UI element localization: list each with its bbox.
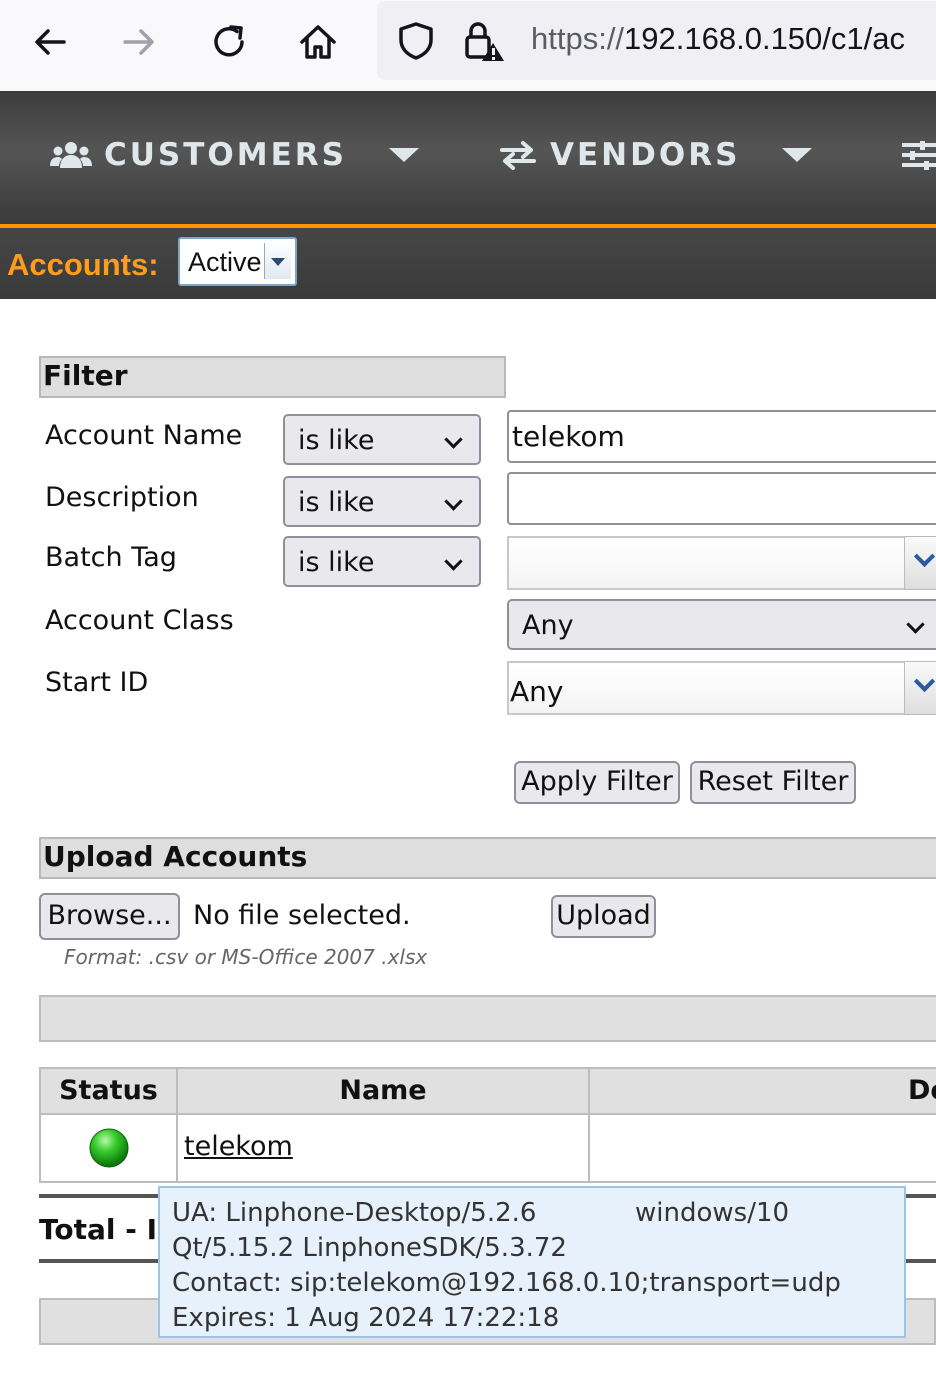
account-name-link[interactable]: telekom — [184, 1131, 293, 1162]
status-online-icon — [88, 1127, 130, 1173]
accounts-bar: Accounts: Active — [0, 228, 936, 299]
home-icon[interactable] — [294, 18, 342, 66]
accounts-status-select[interactable]: Active — [178, 237, 297, 286]
sliders-icon[interactable] — [902, 138, 936, 176]
chevron-down-icon[interactable] — [782, 148, 813, 162]
url-bar[interactable]: https://192.168.0.150/c1/ac — [377, 1, 936, 80]
account-name-value: telekom — [512, 420, 625, 453]
url-host: 192.168.0.150 — [624, 21, 823, 56]
url-scheme: https:// — [531, 21, 625, 56]
account-name-label: Account Name — [45, 420, 243, 451]
batch-tag-operator-select[interactable]: is like — [283, 536, 481, 587]
apply-filter-button[interactable]: Apply Filter — [514, 761, 680, 804]
chevron-down-icon — [444, 492, 463, 511]
table-cell-name: telekom — [176, 1113, 590, 1183]
column-header-description[interactable]: De — [588, 1067, 936, 1115]
accounts-status-value: Active — [188, 247, 262, 277]
tooltip-expires: Expires: 1 Aug 2024 17:22:18 — [172, 1303, 560, 1333]
chevron-down-icon — [913, 670, 936, 693]
chevron-down-icon — [444, 430, 463, 449]
tooltip-qt: Qt/5.15.2 LinphoneSDK/5.3.72 — [172, 1233, 567, 1263]
url-path: /c1/ac — [822, 21, 906, 56]
browse-button[interactable]: Browse... — [39, 893, 180, 940]
pager-bar — [39, 995, 936, 1042]
chevron-down-icon — [913, 545, 936, 568]
main-navigation: CUSTOMERS VENDORS — [0, 91, 936, 228]
users-icon — [50, 140, 92, 170]
column-header-name[interactable]: Name — [176, 1067, 590, 1115]
upload-section-title: Upload Accounts — [39, 837, 936, 879]
description-input[interactable] — [507, 472, 936, 525]
description-operator-select[interactable]: is like — [283, 476, 481, 527]
batch-tag-operator-value: is like — [298, 547, 375, 578]
account-class-select[interactable]: Any — [507, 599, 936, 650]
batch-tag-dropdown-button[interactable] — [904, 536, 936, 590]
table-cell-description — [588, 1113, 936, 1183]
chevron-down-icon — [444, 552, 463, 571]
batch-tag-combobox[interactable] — [507, 536, 936, 590]
accounts-label: Accounts: — [7, 247, 159, 282]
start-id-label: Start ID — [45, 667, 149, 698]
description-operator-value: is like — [298, 487, 375, 518]
nav-customers-label: CUSTOMERS — [104, 137, 347, 173]
tooltip-contact: Contact: sip:telekom@192.168.0.10;transp… — [172, 1268, 841, 1298]
registration-tooltip: UA: Linphone-Desktop/5.2.6 windows/10 Qt… — [158, 1186, 906, 1338]
table-row — [39, 1113, 178, 1183]
chevron-down-icon — [906, 615, 925, 634]
description-label: Description — [45, 482, 199, 513]
browser-toolbar: https://192.168.0.150/c1/ac — [0, 0, 936, 91]
start-id-value: Any — [510, 675, 564, 708]
swap-arrows-icon — [500, 140, 536, 170]
nav-vendors-label: VENDORS — [550, 137, 741, 173]
back-arrow-icon[interactable] — [26, 18, 74, 66]
shield-icon[interactable] — [397, 21, 435, 65]
filter-section-title: Filter — [39, 356, 506, 398]
start-id-combobox[interactable]: Any — [507, 661, 936, 715]
reset-filter-button[interactable]: Reset Filter — [690, 761, 856, 804]
account-class-value: Any — [522, 610, 574, 641]
account-name-operator-value: is like — [298, 425, 375, 456]
tooltip-os: windows/10 — [635, 1198, 790, 1228]
chevron-down-icon[interactable] — [388, 148, 419, 162]
file-status-text: No file selected. — [193, 900, 411, 931]
format-hint: Format: .csv or MS-Office 2007 .xlsx — [64, 945, 428, 969]
reload-icon[interactable] — [205, 18, 253, 66]
account-name-operator-select[interactable]: is like — [283, 414, 481, 465]
column-header-status[interactable]: Status — [39, 1067, 178, 1115]
url-text[interactable]: https://192.168.0.150/c1/ac — [531, 21, 905, 57]
account-name-input[interactable]: telekom — [507, 410, 936, 463]
nav-vendors[interactable]: VENDORS — [500, 135, 813, 175]
dropdown-arrow-icon[interactable] — [264, 243, 291, 279]
total-label: Total - I — [39, 1213, 158, 1246]
lock-warning-icon[interactable] — [463, 19, 507, 67]
upload-button[interactable]: Upload — [551, 895, 656, 938]
start-id-dropdown-button[interactable] — [904, 661, 936, 715]
tooltip-user-agent: UA: Linphone-Desktop/5.2.6 — [172, 1198, 537, 1228]
batch-tag-label: Batch Tag — [45, 542, 177, 573]
nav-customers[interactable]: CUSTOMERS — [50, 135, 419, 175]
account-class-label: Account Class — [45, 605, 234, 636]
forward-arrow-icon[interactable] — [115, 18, 163, 66]
